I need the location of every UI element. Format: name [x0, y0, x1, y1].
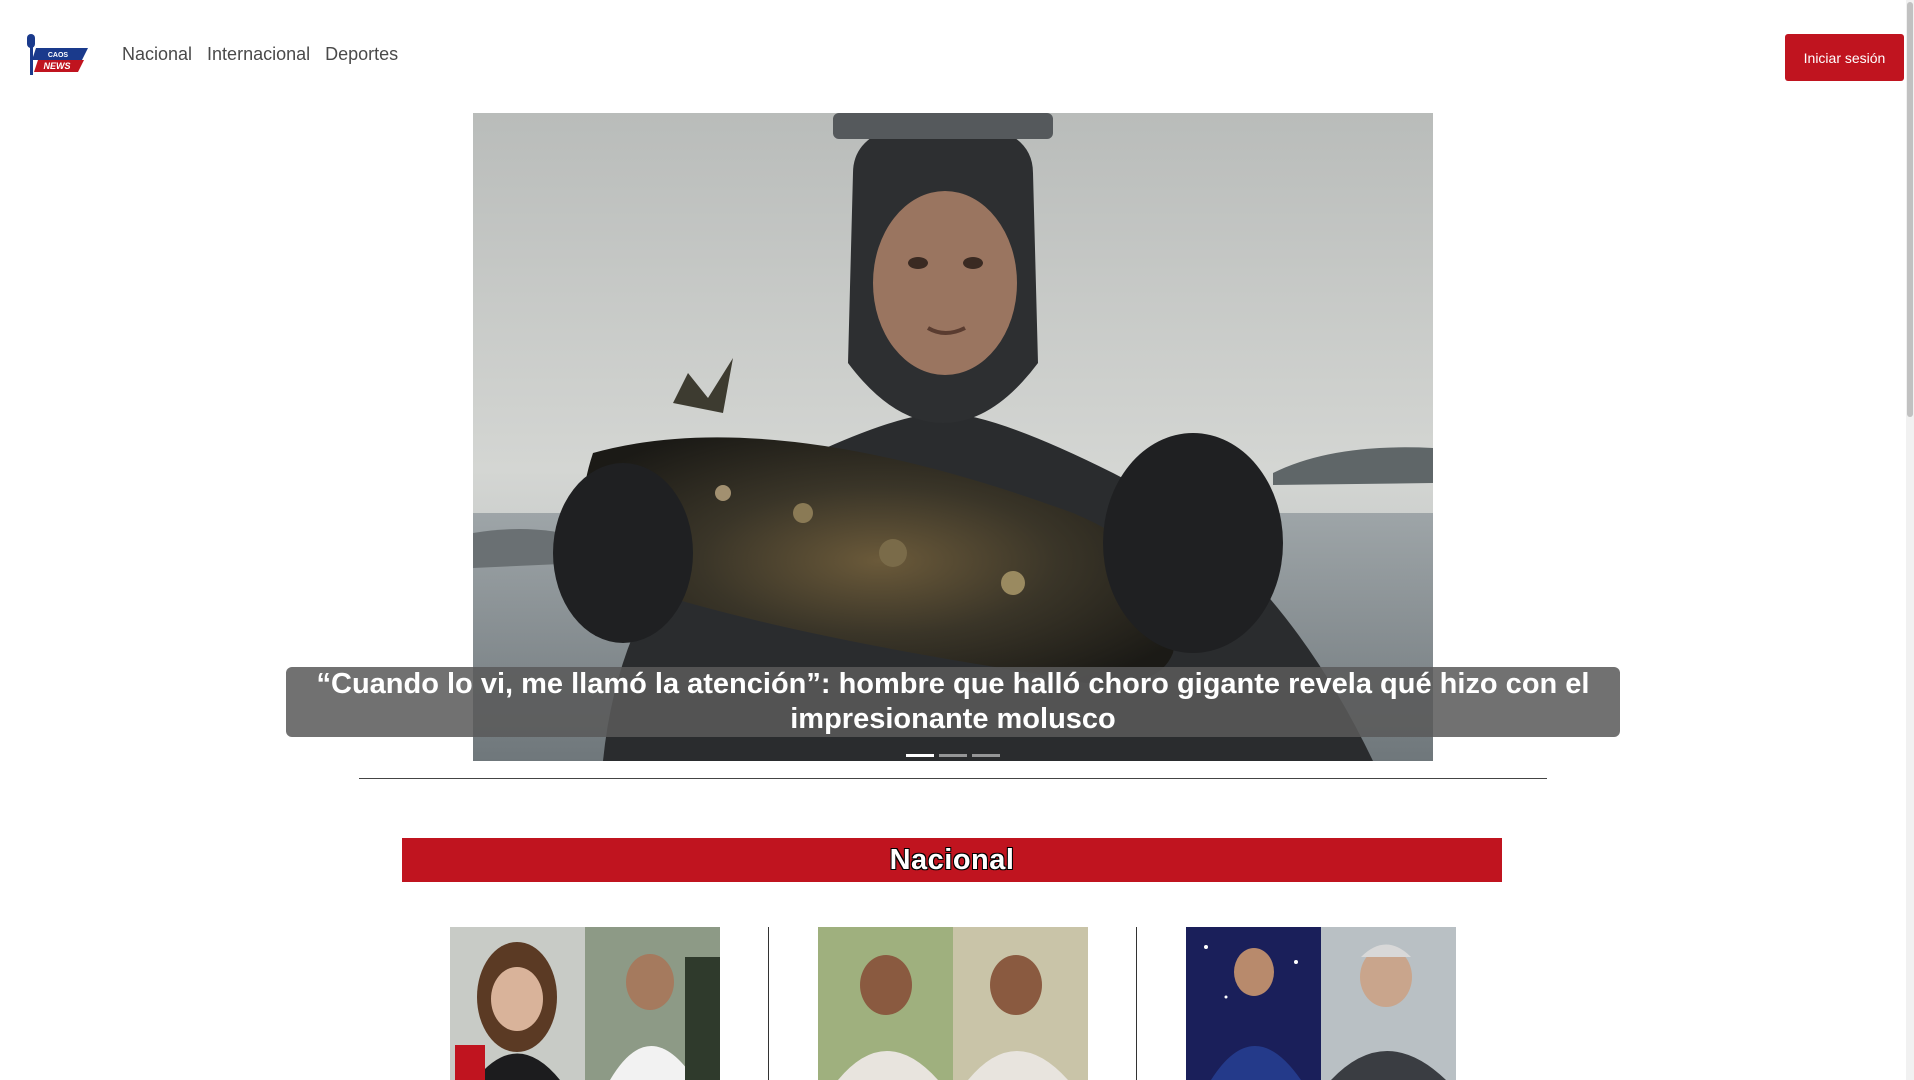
login-button[interactable]: Iniciar sesión — [1785, 34, 1904, 81]
section-divider — [359, 778, 1547, 779]
carousel-dot-3[interactable] — [972, 754, 1000, 757]
logo-text-top: CAOS — [48, 52, 69, 59]
page: CAOS NEWS Nacional Internacional Deporte… — [0, 0, 1914, 1080]
caos-news-logo[interactable]: CAOS NEWS — [22, 30, 90, 82]
logo-text-bottom: NEWS — [44, 61, 71, 71]
card-separator — [1136, 927, 1137, 1080]
hero-carousel[interactable] — [473, 113, 1433, 761]
nav-item-deportes[interactable]: Deportes — [325, 44, 398, 65]
news-card-2[interactable] — [818, 927, 1088, 1080]
scrollbar-thumb[interactable] — [1907, 2, 1913, 417]
news-card-3[interactable] — [1186, 927, 1456, 1080]
smiling-woman-two-shots-photo — [818, 927, 1088, 1080]
hero-headline[interactable]: “Cuando lo vi, me llamó la atención”: ho… — [286, 667, 1620, 737]
card-separator — [768, 927, 769, 1080]
carousel-dot-2[interactable] — [939, 754, 967, 757]
nav-item-internacional[interactable]: Internacional — [207, 44, 310, 65]
carousel-dot-1[interactable] — [906, 754, 934, 757]
microphone-logo-icon: CAOS NEWS — [27, 34, 88, 75]
main-nav: Nacional Internacional Deportes — [122, 44, 398, 65]
page-scrollbar[interactable] — [1906, 0, 1914, 1080]
news-card-1[interactable] — [450, 927, 720, 1080]
diver-holding-giant-mussel-photo — [473, 113, 1433, 761]
section-title-nacional: Nacional — [402, 838, 1502, 882]
nav-item-nacional[interactable]: Nacional — [122, 44, 192, 65]
comedian-on-stage-and-man-with-microphone-photo — [1186, 927, 1456, 1080]
young-woman-interview-and-young-man-photo — [450, 927, 720, 1080]
carousel-indicators — [906, 754, 1000, 757]
